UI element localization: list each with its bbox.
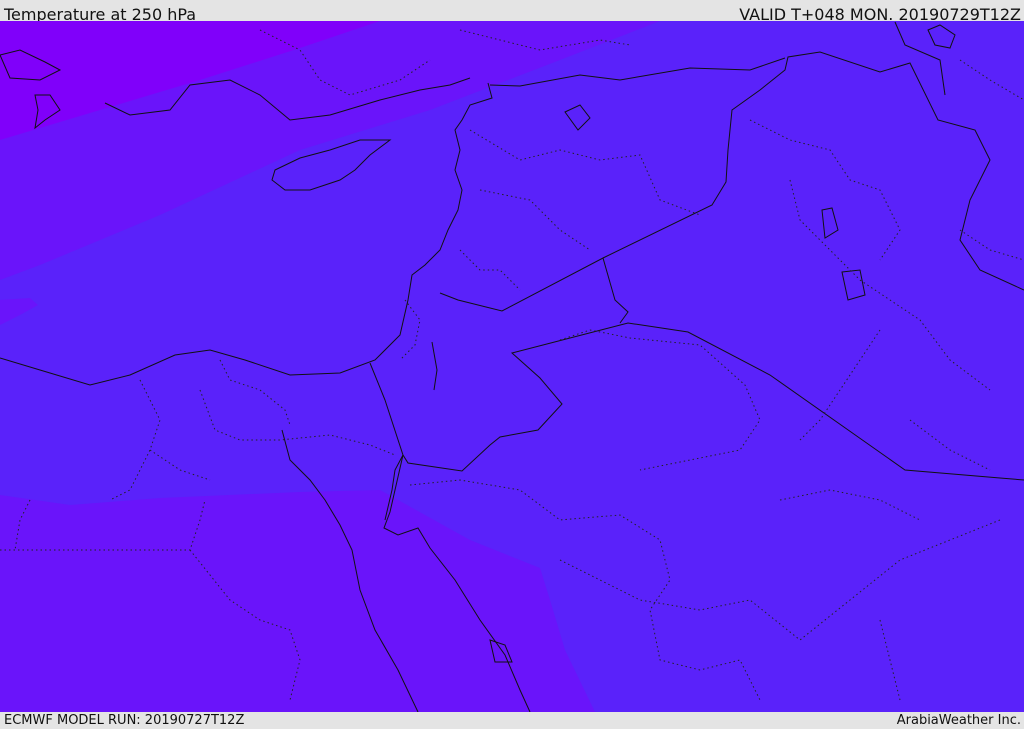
model-run-label: ECMWF MODEL RUN: 20190727T12Z [4,713,245,728]
credit-label: ArabiaWeather Inc. [896,713,1021,728]
header-bar: Temperature at 250 hPa VALID T+048 MON. … [0,0,1024,24]
map-canvas [0,21,1024,712]
temperature-map[interactable] [0,21,1024,712]
footer-bar: ECMWF MODEL RUN: 20190727T12Z ArabiaWeat… [0,712,1024,729]
